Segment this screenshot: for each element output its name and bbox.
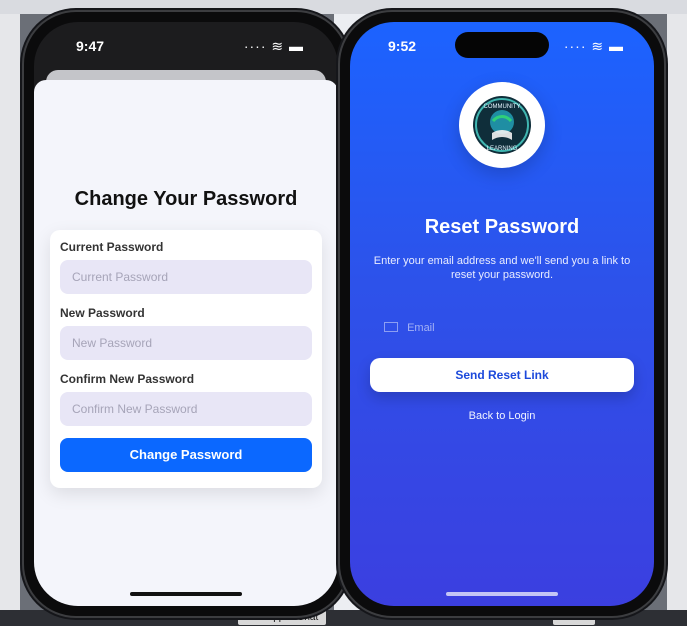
phone-left-screen: 9:47 ···· ≋ ▬ Change Your Password Curre… xyxy=(34,22,338,606)
change-password-sheet: Change Your Password Current Password Cu… xyxy=(34,80,338,606)
community-learning-logo: COMMUNITY LEARNING xyxy=(459,82,545,168)
logo-text-top: COMMUNITY xyxy=(484,104,521,110)
home-indicator[interactable] xyxy=(446,592,558,596)
email-placeholder: Email xyxy=(407,322,435,334)
phone-left: 9:47 ···· ≋ ▬ Change Your Password Curre… xyxy=(24,12,348,616)
confirm-password-label: Confirm New Password xyxy=(60,372,195,386)
cellular-icon: ···· xyxy=(563,38,587,54)
cellular-icon: ···· xyxy=(243,38,267,54)
reset-description: Enter your email address and we'll send … xyxy=(373,255,631,281)
phone-right-screen: 9:52 ···· ≋ ▬ COMMUNITY LEARNING Reset P… xyxy=(350,22,654,606)
home-indicator[interactable] xyxy=(130,592,242,596)
change-password-button[interactable]: Change Password xyxy=(60,438,312,472)
desktop-left-strip xyxy=(0,14,20,610)
current-password-label: Current Password xyxy=(60,240,164,254)
status-bar-left: 9:47 ···· ≋ ▬ xyxy=(34,38,338,62)
desktop-right-strip xyxy=(667,14,687,610)
status-time: 9:47 xyxy=(76,38,105,54)
password-card: Current Password Current Password New Pa… xyxy=(50,230,322,488)
status-time: 9:52 xyxy=(388,38,417,54)
phone-right: 9:52 ···· ≋ ▬ COMMUNITY LEARNING Reset P… xyxy=(340,12,664,616)
battery-icon: ▬ xyxy=(609,38,624,54)
reset-title: Reset Password xyxy=(424,216,580,238)
back-to-login-link[interactable]: Back to Login xyxy=(350,410,654,422)
email-input[interactable]: Email xyxy=(384,314,564,342)
wifi-icon: ≋ xyxy=(591,38,605,54)
globe-book-icon: COMMUNITY LEARNING xyxy=(473,96,531,154)
mail-icon xyxy=(384,322,398,332)
wifi-icon: ≋ xyxy=(271,38,285,54)
page-title: Change Your Password xyxy=(74,188,298,210)
logo-text-bottom: LEARNING xyxy=(487,146,518,152)
confirm-password-input[interactable]: Confirm New Password xyxy=(60,392,312,426)
send-reset-link-button[interactable]: Send Reset Link xyxy=(370,358,634,392)
status-bar-right: 9:52 ···· ≋ ▬ xyxy=(350,38,654,62)
battery-icon: ▬ xyxy=(289,38,304,54)
current-password-input[interactable]: Current Password xyxy=(60,260,312,294)
status-icons: ···· ≋ ▬ xyxy=(564,38,624,55)
new-password-label: New Password xyxy=(60,306,145,320)
new-password-input[interactable]: New Password xyxy=(60,326,312,360)
status-icons: ···· ≋ ▬ xyxy=(244,38,304,55)
